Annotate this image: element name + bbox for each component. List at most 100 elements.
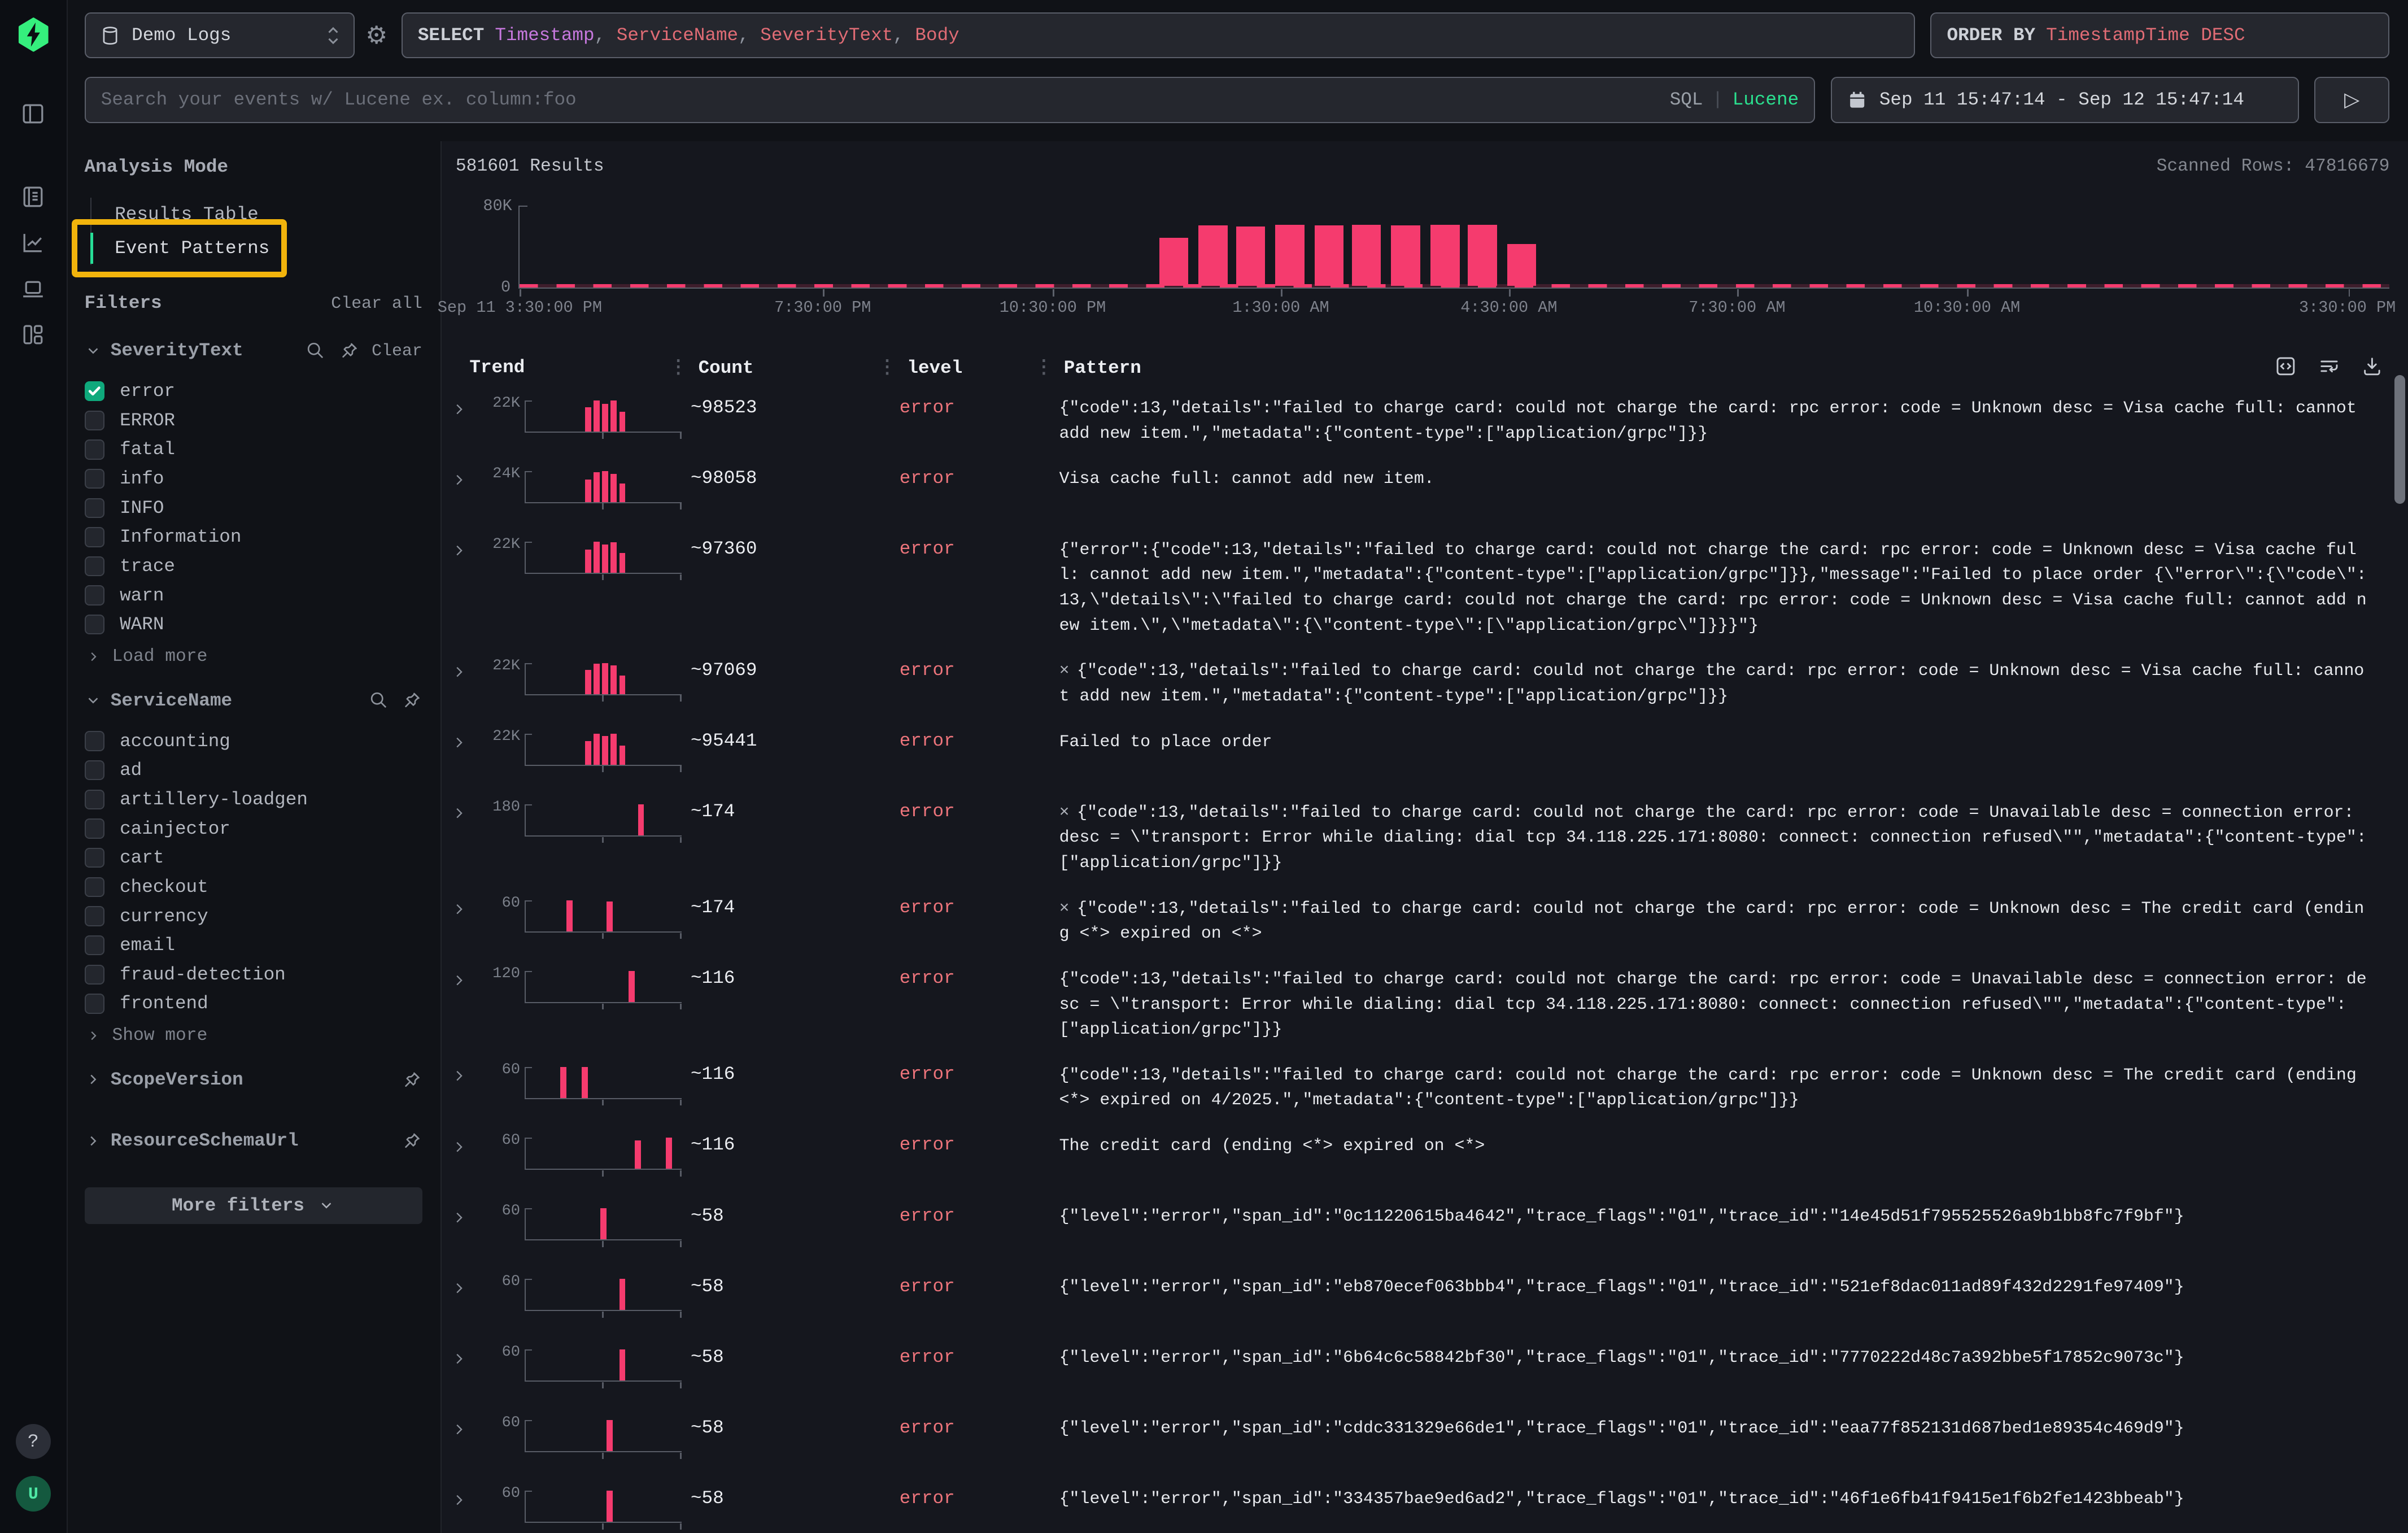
row-expand-chevron-icon[interactable] xyxy=(451,1422,479,1437)
drag-handle-icon[interactable]: ⋮ xyxy=(878,356,897,378)
checkbox-service-cainjector[interactable] xyxy=(85,818,104,838)
filter-option-information[interactable]: Information xyxy=(85,522,422,552)
checkbox-service-fraud-detection[interactable] xyxy=(85,965,104,985)
search-input[interactable]: Search your events w/ Lucene ex. column:… xyxy=(85,77,1816,123)
histogram-bar[interactable] xyxy=(1468,225,1497,286)
table-row[interactable]: 22K~95441errorFailed to place order xyxy=(442,715,2408,786)
filter-option-frontend[interactable]: frontend xyxy=(85,989,422,1018)
filter-option-email[interactable]: email xyxy=(85,931,422,960)
table-row[interactable]: 22K~97360error{"error":{"code":13,"detai… xyxy=(442,523,2408,644)
histogram-bar[interactable] xyxy=(1391,225,1420,286)
download-icon[interactable] xyxy=(2361,355,2384,378)
filter-group-header[interactable]: ResourceSchemaUrl xyxy=(85,1126,422,1156)
row-expand-chevron-icon[interactable] xyxy=(451,402,479,417)
date-range-picker[interactable]: Sep 11 15:47:14 - Sep 12 15:47:14 xyxy=(1831,77,2299,123)
table-row[interactable]: 60~58error{"level":"error","span_id":"eb… xyxy=(442,1260,2408,1331)
filter-option-cainjector[interactable]: cainjector xyxy=(85,814,422,843)
column-header-pattern[interactable]: ⋮Pattern xyxy=(1056,356,2396,378)
checkbox-service-email[interactable] xyxy=(85,935,104,955)
column-header-count[interactable]: ⋮Count xyxy=(691,356,900,378)
checkbox-service-artillery-loadgen[interactable] xyxy=(85,790,104,809)
chart-icon[interactable] xyxy=(15,224,51,261)
checkbox-service-cart[interactable] xyxy=(85,848,104,868)
filter-option-fraud-detection[interactable]: fraud-detection xyxy=(85,960,422,990)
row-expand-chevron-icon[interactable] xyxy=(451,735,479,750)
table-row[interactable]: 60~58error{"level":"error","span_id":"0c… xyxy=(442,1190,2408,1260)
row-expand-chevron-icon[interactable] xyxy=(451,1139,479,1155)
table-row[interactable]: 60~116error{"code":13,"details":"failed … xyxy=(442,1048,2408,1119)
source-select[interactable]: Demo Logs xyxy=(85,12,355,59)
row-pattern[interactable]: Visa cache full: cannot add new item. xyxy=(1056,465,2396,492)
gear-icon[interactable]: ⚙ xyxy=(365,21,387,50)
column-header-level[interactable]: ⋮level xyxy=(900,356,1056,378)
table-row[interactable]: 60~116errorThe credit card (ending <*> e… xyxy=(442,1119,2408,1190)
panel-left-icon[interactable] xyxy=(15,95,51,132)
row-expand-chevron-icon[interactable] xyxy=(451,805,479,821)
row-pattern[interactable]: {"level":"error","span_id":"0c11220615ba… xyxy=(1056,1202,2396,1229)
pin-icon[interactable] xyxy=(339,341,359,360)
results-histogram[interactable]: 80K 0 Sep 11 3:30:00 PM7:30:00 PM10:30:0… xyxy=(456,197,2389,289)
row-expand-chevron-icon[interactable] xyxy=(451,1351,479,1366)
histogram-bar[interactable] xyxy=(1236,227,1266,286)
checkbox-service-ad[interactable] xyxy=(85,760,104,780)
table-row[interactable]: 60~174error×{"code":13,"details":"failed… xyxy=(442,882,2408,952)
load-more-link[interactable]: Load more xyxy=(86,647,422,667)
row-expand-chevron-icon[interactable] xyxy=(451,472,479,487)
drag-handle-icon[interactable]: ⋮ xyxy=(669,356,688,378)
row-pattern[interactable]: ×{"code":13,"details":"failed to charge … xyxy=(1056,894,2396,946)
tab-results-table[interactable]: Results Table xyxy=(91,198,422,232)
filter-option-checkout[interactable]: checkout xyxy=(85,873,422,902)
more-filters-button[interactable]: More filters xyxy=(85,1187,422,1224)
row-pattern[interactable]: {"level":"error","span_id":"eb870ecef063… xyxy=(1056,1273,2396,1300)
filter-option-warn[interactable]: WARN xyxy=(85,610,422,639)
clear-all-button[interactable]: Clear all xyxy=(331,294,422,313)
mode-lucene[interactable]: Lucene xyxy=(1733,89,1799,110)
histogram-bar[interactable] xyxy=(1315,225,1344,286)
checkbox-service-frontend[interactable] xyxy=(85,994,104,1013)
dismiss-pattern-icon[interactable]: × xyxy=(1059,661,1070,680)
dashboard-grid-icon[interactable] xyxy=(15,316,51,353)
filter-option-info[interactable]: INFO xyxy=(85,493,422,522)
search-icon[interactable] xyxy=(306,341,325,360)
table-row[interactable]: 22K~97069error×{"code":13,"details":"fai… xyxy=(442,644,2408,715)
table-row[interactable]: 60~58error{"level":"error","span_id":"33… xyxy=(442,1473,2408,1533)
filter-option-warn[interactable]: warn xyxy=(85,581,422,610)
filter-option-ad[interactable]: ad xyxy=(85,756,422,785)
show-more-link[interactable]: Show more xyxy=(86,1026,422,1046)
select-query-input[interactable]: SELECT Timestamp, ServiceName, SeverityT… xyxy=(402,12,1915,59)
filter-option-cart[interactable]: cart xyxy=(85,843,422,873)
checkbox-severity-info[interactable] xyxy=(85,469,104,489)
wrap-lines-icon[interactable] xyxy=(2318,355,2341,378)
filter-group-header[interactable]: ServiceName xyxy=(85,685,422,716)
filter-option-currency[interactable]: currency xyxy=(85,901,422,931)
row-expand-chevron-icon[interactable] xyxy=(451,1068,479,1083)
checkbox-severity-warn[interactable] xyxy=(85,585,104,605)
checkbox-service-currency[interactable] xyxy=(85,906,104,926)
table-row[interactable]: 22K~98523error{"code":13,"details":"fail… xyxy=(442,382,2408,452)
histogram-bar[interactable] xyxy=(1275,225,1305,286)
dismiss-pattern-icon[interactable]: × xyxy=(1059,803,1070,822)
logs-icon[interactable] xyxy=(15,178,51,215)
row-expand-chevron-icon[interactable] xyxy=(451,1492,479,1508)
scrollbar-thumb[interactable] xyxy=(2394,375,2405,504)
checkbox-service-checkout[interactable] xyxy=(85,877,104,897)
order-by-input[interactable]: ORDER BY TimestampTime DESC xyxy=(1930,12,2389,59)
pin-icon[interactable] xyxy=(402,1131,422,1151)
search-icon[interactable] xyxy=(369,690,389,710)
pin-icon[interactable] xyxy=(402,690,422,710)
checkbox-severity-error[interactable] xyxy=(85,381,104,401)
drag-handle-icon[interactable]: ⋮ xyxy=(1035,356,1053,378)
row-expand-chevron-icon[interactable] xyxy=(451,1281,479,1296)
checkbox-service-accounting[interactable] xyxy=(85,731,104,751)
histogram-bar[interactable] xyxy=(1352,225,1381,286)
histogram-bar[interactable] xyxy=(1198,225,1228,286)
row-expand-chevron-icon[interactable] xyxy=(451,973,479,988)
table-row[interactable]: 120~116error{"code":13,"details":"failed… xyxy=(442,952,2408,1048)
row-pattern[interactable]: {"level":"error","span_id":"6b64c6c58842… xyxy=(1056,1343,2396,1370)
row-expand-chevron-icon[interactable] xyxy=(451,901,479,917)
row-pattern[interactable]: {"code":13,"details":"failed to charge c… xyxy=(1056,1061,2396,1113)
histogram-bar[interactable] xyxy=(1507,244,1537,286)
histogram-bar[interactable] xyxy=(1430,225,1460,286)
row-expand-chevron-icon[interactable] xyxy=(451,664,479,680)
table-row[interactable]: 180~174error×{"code":13,"details":"faile… xyxy=(442,786,2408,882)
